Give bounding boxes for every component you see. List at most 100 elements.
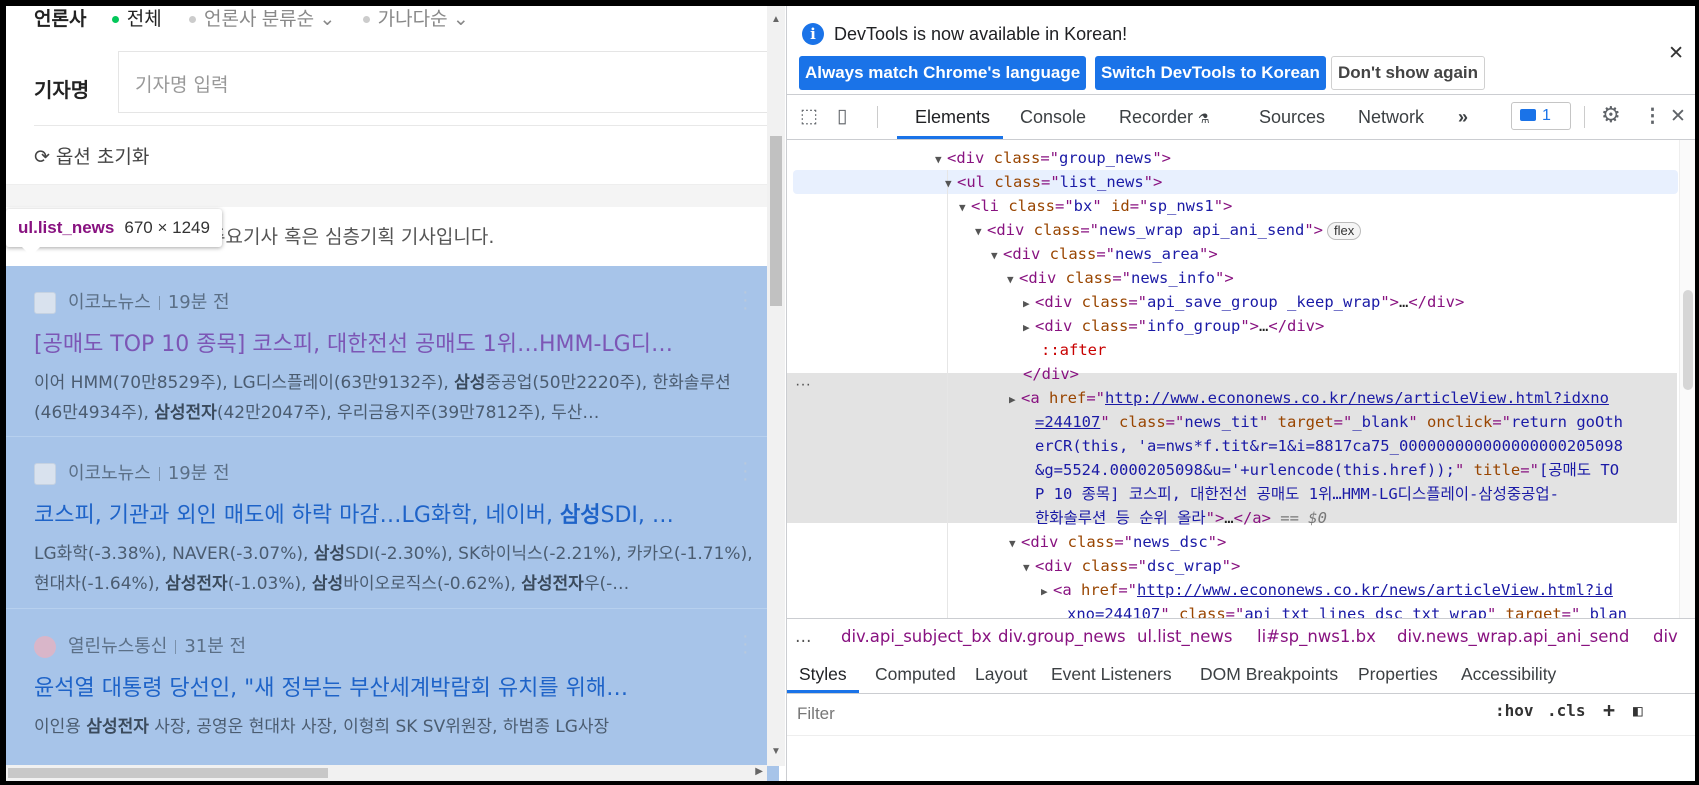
breadcrumb-item[interactable]: div.news_wrap.api_ani_send [1397, 627, 1629, 646]
item-divider [6, 608, 779, 609]
reporter-input[interactable]: 기자명 입력 [118, 51, 778, 113]
news-meta: 이코노뉴스 19분 전 [34, 288, 754, 314]
press-logo [34, 636, 56, 658]
dom-node-line[interactable]: &g=5524.0000205098&u='+urlencode(this.hr… [1035, 458, 1619, 482]
issues-badge[interactable]: 1 [1511, 102, 1571, 130]
devtools-tabbar: ⬚ ▯ Elements Console Recorder ⚗ Sources … [787, 95, 1695, 140]
page-horizontal-scrollbar[interactable]: ▶ [6, 765, 767, 781]
news-item[interactable]: 이코노뉴스 19분 전 [공매도 TOP 10 종목] 코스피, 대한전선 공매도… [34, 282, 754, 428]
gear-icon[interactable]: ⚙ [1601, 102, 1621, 128]
styles-filter-bar: Filter :hov .cls + ◧ [787, 694, 1695, 734]
close-devtools-icon[interactable]: ✕ [1670, 105, 1686, 128]
news-desc[interactable]: 이어 HMM(70만8529주), LG디스플레이(63만9132주), 삼성중… [34, 368, 754, 428]
dom-node-line[interactable]: ▶ <a href="http://www.econonews.co.kr/new… [1041, 578, 1613, 602]
news-title[interactable]: 윤석열 대통령 당선인, "새 정부는 부산세계박람회 유치를 위해… [34, 670, 754, 702]
dom-node-line[interactable]: ▼ <ul class="list_news"> [945, 170, 1162, 194]
breadcrumb-item[interactable]: ul.list_news [1137, 627, 1232, 646]
dom-node-line[interactable]: ▼ <div class="dsc_wrap"> [1023, 554, 1240, 578]
dom-node-line[interactable]: erCR(this, 'a=nws*f.tit&r=1&i=8817ca75_0… [1035, 434, 1623, 458]
news-meta: 이코노뉴스 19분 전 [34, 459, 754, 485]
tab-event-listeners[interactable]: Event Listeners [1051, 655, 1172, 693]
close-icon[interactable]: ✕ [1668, 42, 1684, 65]
elements-tree: ··· ▼ <div class="group_news"> ▼ <ul class=… [787, 140, 1695, 618]
news-time: 31분 전 [184, 636, 247, 657]
dom-node-line[interactable]: ::after [1041, 338, 1106, 362]
tab-computed[interactable]: Computed [875, 655, 956, 693]
more-tabs-icon[interactable]: » [1458, 95, 1468, 139]
breadcrumb-item[interactable]: div.group_news [998, 627, 1126, 646]
crumb-overflow-icon[interactable]: … [795, 627, 812, 646]
node-actions-icon[interactable]: ··· [795, 376, 811, 394]
device-toolbar-icon[interactable]: ▯ [837, 105, 847, 128]
tab-console[interactable]: Console [1020, 95, 1086, 139]
dom-node-line[interactable]: ▼ <div class="news_info"> [1007, 266, 1234, 290]
reset-options-button[interactable]: ⟳ 옵션 초기화 [34, 142, 149, 169]
dom-node-line[interactable]: </div> [1023, 362, 1079, 386]
dom-node-line[interactable]: ▼ <div class="group_news"> [935, 146, 1171, 170]
elements-scrollbar[interactable] [1679, 140, 1695, 618]
dom-node-line[interactable]: =244107" class="news_tit" target="_blank… [1035, 410, 1623, 434]
dom-node-line[interactable]: ▼ <div class="news_dsc"> [1009, 530, 1226, 554]
breadcrumb-item[interactable]: div.api_subject_bx [841, 627, 992, 646]
press-filter-alpha[interactable]: 가나다순 ⌄ [362, 6, 469, 31]
notice-text: 주요기사 혹은 심층기획 기사입니다. [208, 226, 495, 248]
dom-node-line[interactable]: ▼ <div class="news_area"> [991, 242, 1218, 266]
scroll-up-icon[interactable]: ▲ [771, 14, 781, 25]
dom-node-line[interactable]: xno=244107" class="api_txt_lines dsc_txt… [1067, 602, 1627, 618]
dom-node-line[interactable]: 한화솔루션 등 순위 올라">…</a> == $0 [1035, 506, 1327, 530]
divider [34, 125, 779, 126]
news-item[interactable]: 이코노뉴스 19분 전 코스피, 기관과 외인 매도에 하락 마감…LG화학, 네… [34, 453, 754, 599]
dom-node-line[interactable]: ▶ <div class="info_group">…</div> [1023, 314, 1324, 338]
scroll-right-icon[interactable]: ▶ [755, 766, 763, 777]
more-icon[interactable]: · · · [742, 626, 749, 662]
press-filter-category[interactable]: 언론사 분류순 ⌄ [188, 6, 335, 31]
hover-state-toggle[interactable]: :hov [1495, 701, 1534, 720]
tab-network[interactable]: Network [1358, 95, 1424, 139]
tab-accessibility[interactable]: Accessibility [1461, 655, 1556, 693]
tab-styles[interactable]: Styles [799, 655, 847, 693]
press-name: 이코노뉴스 [68, 292, 151, 313]
news-title[interactable]: 코스피, 기관과 외인 매도에 하락 마감…LG화학, 네이버, 삼성SDI, … [34, 497, 754, 529]
tab-recorder[interactable]: Recorder ⚗ [1119, 95, 1210, 139]
dom-node-line[interactable]: ▶ <div class="api_save_group _keep_wrap">… [1023, 290, 1464, 314]
screen-frame: 언론사 전체 언론사 분류순 ⌄ 가나다순 ⌄ 기자명 기자명 입력 ⟳ 옵션 초… [6, 6, 1695, 781]
more-icon[interactable]: · · · [742, 282, 749, 318]
news-title[interactable]: [공매도 TOP 10 종목] 코스피, 대한전선 공매도 1위…HMM-LG디… [34, 326, 754, 358]
breadcrumb-item[interactable]: li#sp_nws1.bx [1257, 627, 1376, 646]
tab-properties[interactable]: Properties [1358, 655, 1438, 693]
press-logo [34, 463, 56, 485]
dom-node-line[interactable]: ▼ <div class="news_wrap api_ani_send"> fle… [975, 218, 1362, 242]
class-toggle[interactable]: .cls [1547, 701, 1586, 720]
more-icon[interactable]: · · · [742, 453, 749, 489]
dom-node-line[interactable]: ▶ <a href="http://www.econonews.co.kr/new… [1009, 386, 1609, 410]
refresh-icon: ⟳ [34, 146, 50, 168]
tab-dom-breakpoints[interactable]: DOM Breakpoints [1200, 655, 1338, 693]
styles-subtabs: Styles Computed Layout Event Listeners D… [787, 655, 1695, 694]
scroll-thumb[interactable] [770, 136, 782, 306]
dom-node-line[interactable]: P 10 종목] 코스피, 대한전선 공매도 1위…HMM-LG디스플레이-삼성… [1035, 482, 1559, 506]
scroll-thumb[interactable] [8, 768, 328, 778]
tab-sources[interactable]: Sources [1259, 95, 1325, 139]
toggle-sidebar-icon[interactable]: ◧ [1633, 701, 1643, 720]
styles-filter-input[interactable]: Filter [797, 701, 1097, 727]
switch-to-korean-button[interactable]: Switch DevTools to Korean [1095, 56, 1326, 90]
news-desc[interactable]: LG화학(-3.38%), NAVER(-3.07%), 삼성SDI(-2.30… [34, 539, 754, 599]
kebab-menu-icon[interactable]: ⋮ [1643, 105, 1662, 128]
dont-show-again-button[interactable]: Don't show again [1331, 56, 1486, 90]
news-desc[interactable]: 이인용 삼성전자 사장, 공영운 현대차 사장, 이형희 SK SV위원장, 하… [34, 712, 754, 772]
inspect-element-icon[interactable]: ⬚ [800, 105, 818, 128]
section-gap [6, 184, 779, 207]
always-match-language-button[interactable]: Always match Chrome's language [799, 56, 1087, 90]
page-vertical-scrollbar[interactable]: ▲ ▼ [767, 6, 785, 766]
breadcrumb-item[interactable]: div [1653, 627, 1678, 646]
tooltip-size: 670 × 1249 [124, 218, 210, 237]
dom-node-line[interactable]: ▼ <li class="bx" id="sp_nws1"> [959, 194, 1232, 218]
news-item[interactable]: 열린뉴스통신 31분 전 윤석열 대통령 당선인, "새 정부는 부산세계박람회 … [34, 626, 754, 772]
tab-elements[interactable]: Elements [915, 95, 990, 139]
tab-layout[interactable]: Layout [975, 655, 1028, 693]
press-filter-all[interactable]: 전체 [111, 6, 162, 31]
element-highlight-overlay: 이코노뉴스 19분 전 [공매도 TOP 10 종목] 코스피, 대한전선 공매도… [6, 266, 779, 781]
item-divider [6, 436, 779, 437]
scroll-down-icon[interactable]: ▼ [771, 746, 781, 757]
add-rule-icon[interactable]: + [1603, 698, 1615, 722]
